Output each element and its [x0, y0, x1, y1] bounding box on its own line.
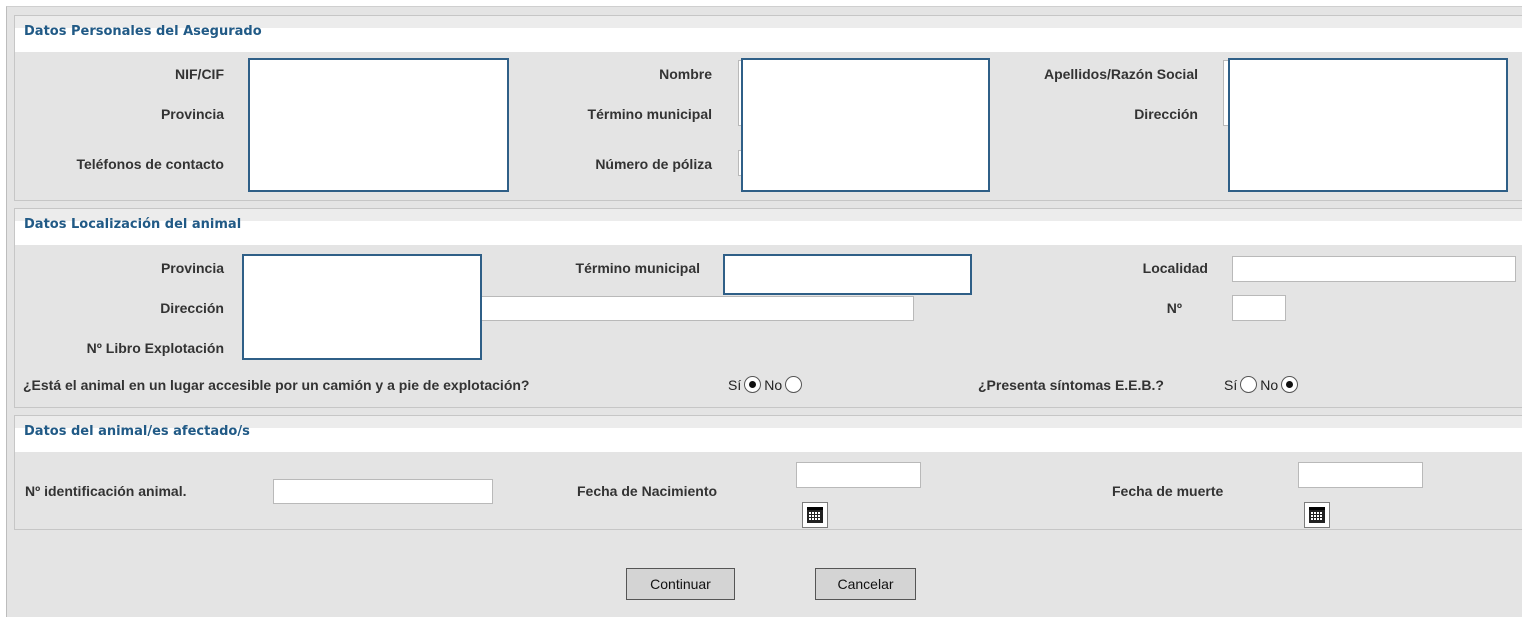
localidad-input[interactable]	[1232, 256, 1516, 282]
nombre-label: Nombre	[659, 66, 712, 82]
sintomas-no-radio[interactable]	[1281, 376, 1299, 393]
nacimiento-label: Fecha de Nacimiento	[577, 483, 718, 499]
section-title: Datos Personales del Asegurado	[24, 24, 262, 39]
termino-municipal-label: Término municipal	[587, 106, 712, 122]
apellidos-label: Apellidos/Razón Social	[1043, 66, 1198, 82]
accesible-radio-group: Sí No	[728, 376, 805, 393]
animal-section: Datos del animal/es afectado/s	[14, 415, 1522, 530]
loc-direccion-label: Dirección	[160, 300, 224, 316]
radio-si-label: Sí	[728, 376, 742, 393]
accesible-si-radio[interactable]	[744, 376, 762, 393]
nif-input[interactable]	[248, 58, 509, 192]
identificacion-label: Nº identificación animal.	[25, 483, 187, 499]
radio-no-label: No	[764, 376, 783, 393]
sintomas-question: ¿Presenta síntomas E.E.B.?	[978, 377, 1164, 393]
sintomas-si-radio[interactable]	[1240, 376, 1258, 393]
loc-provincia-input[interactable]	[242, 254, 482, 360]
numero-input[interactable]	[1232, 295, 1286, 321]
section-header: Datos Personales del Asegurado	[15, 16, 1522, 52]
loc-termino-input[interactable]	[723, 254, 972, 295]
telefonos-label: Teléfonos de contacto	[76, 156, 224, 172]
section-title: Datos Localización del animal	[24, 217, 242, 232]
section-header: Datos Localización del animal	[15, 209, 1522, 245]
apellidos-input[interactable]	[1228, 58, 1508, 192]
identificacion-input[interactable]	[273, 479, 493, 504]
muerte-input[interactable]	[1298, 462, 1423, 488]
calendar-icon[interactable]	[802, 502, 828, 528]
accesible-question: ¿Está el animal en un lugar accesible po…	[23, 377, 530, 393]
libro-label: Nº Libro Explotación	[86, 340, 224, 356]
accesible-no-radio[interactable]	[785, 376, 803, 393]
numero-label: Nº	[1166, 300, 1182, 316]
radio-no-label: No	[1260, 376, 1279, 393]
calendar-icon[interactable]	[1304, 502, 1330, 528]
radio-si-label: Sí	[1224, 376, 1238, 393]
cancelar-button[interactable]: Cancelar	[815, 568, 916, 600]
poliza-label: Número de póliza	[595, 156, 712, 172]
nombre-input[interactable]	[741, 58, 990, 192]
nacimiento-input[interactable]	[796, 462, 921, 488]
sintomas-radio-group: Sí No	[1224, 376, 1301, 393]
localidad-label: Localidad	[1142, 260, 1208, 276]
section-title: Datos del animal/es afectado/s	[24, 424, 250, 439]
nif-label: NIF/CIF	[175, 66, 224, 82]
loc-termino-label: Término municipal	[575, 260, 700, 276]
provincia-label: Provincia	[160, 106, 224, 122]
loc-direccion-input[interactable]	[478, 296, 914, 321]
continuar-button[interactable]: Continuar	[626, 568, 735, 600]
direccion-label: Dirección	[1134, 106, 1198, 122]
muerte-label: Fecha de muerte	[1112, 483, 1224, 499]
section-header: Datos del animal/es afectado/s	[15, 416, 1522, 452]
loc-provincia-label: Provincia	[160, 260, 224, 276]
